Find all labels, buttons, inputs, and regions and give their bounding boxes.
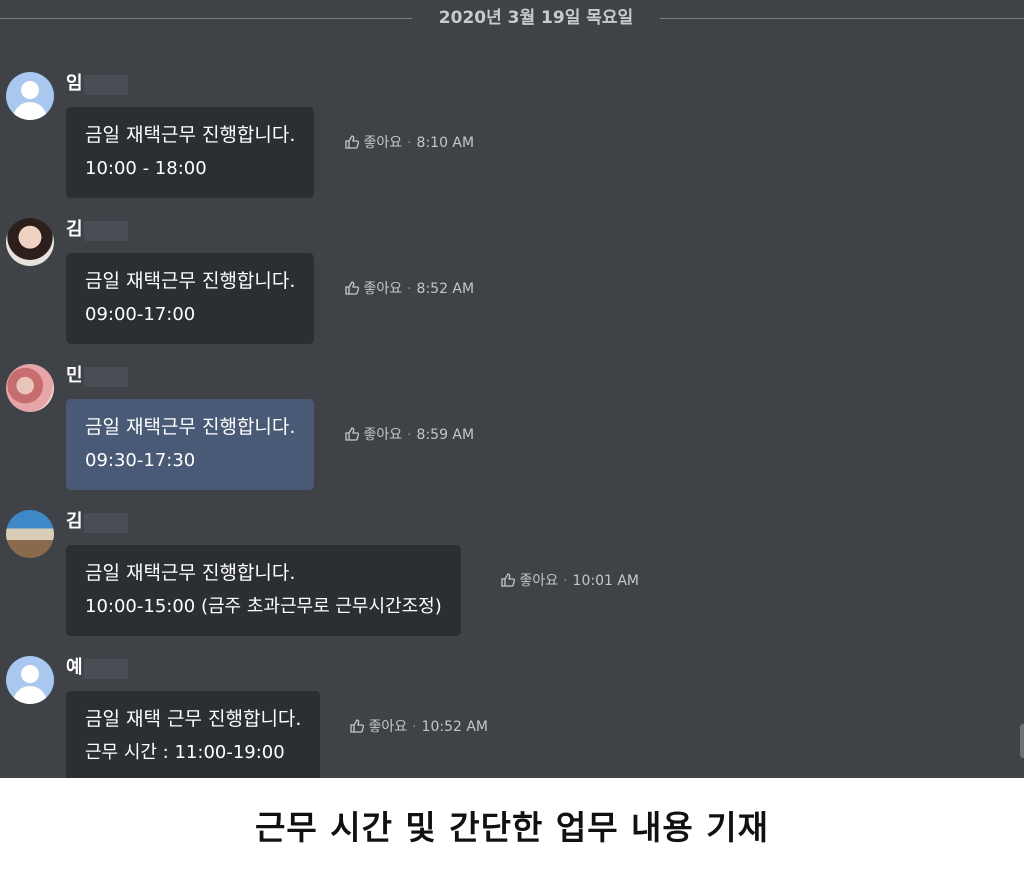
separator-dot: · [563,573,568,589]
caption: 근무 시간 및 간단한 업무 내용 기재 [0,778,1024,878]
message-text-line: 금일 재택근무 진행합니다. [85,416,296,438]
profile-photo[interactable] [6,364,54,412]
message-bubble[interactable]: 금일 재택근무 진행합니다. 10:00 - 18:00 [66,107,315,198]
name-redaction [84,659,128,679]
message-text-line: 근무 시간 : 11:00-19:00 [85,742,285,763]
name-redaction [84,513,128,533]
name-redaction [84,221,128,241]
sender-name[interactable]: 예 [66,656,83,680]
sender-name[interactable]: 김 [66,218,83,242]
message-text-line: 금일 재택근무 진행합니다. [85,124,296,146]
message-text-line: 09:30-17:30 [85,450,196,471]
message-text-line: 금일 재택 근무 진행합니다. [85,708,302,730]
thumbs-up-icon[interactable] [501,573,516,587]
divider-line-left [0,18,412,19]
message-meta: 좋아요 · 8:59 AM [345,425,474,445]
thumbs-up-icon[interactable] [350,719,365,733]
separator-dot: · [407,427,412,443]
separator-dot: · [412,719,417,735]
message-bubble[interactable]: 금일 재택근무 진행합니다. 09:00-17:00 [66,253,315,344]
message-text-line: 10:00 - 18:00 [85,158,207,179]
profile-photo[interactable] [6,218,54,266]
name-redaction [84,367,128,387]
thumbs-up-icon[interactable] [345,427,360,441]
default-user-icon[interactable] [6,656,54,704]
like-button[interactable]: 좋아요 [363,135,402,151]
message-meta: 좋아요 · 8:52 AM [345,279,474,299]
message-meta: 좋아요 · 10:52 AM [350,717,488,737]
message-meta: 좋아요 · 10:01 AM [501,571,639,591]
separator-dot: · [407,281,412,297]
message-bubble[interactable]: 금일 재택근무 진행합니다. 10:00-15:00 (금주 초과근무로 근무시… [66,545,461,636]
message-time: 10:01 AM [572,573,639,589]
message-bubble-highlighted[interactable]: 금일 재택근무 진행합니다. 09:30-17:30 [66,399,315,490]
name-redaction [84,75,128,95]
chat-panel: 2020년 3월 19일 목요일 임 금일 재택근무 진행합니다. 10:00 … [0,0,1024,778]
message-meta: 좋아요 · 8:10 AM [345,133,474,153]
date-divider: 2020년 3월 19일 목요일 [0,6,1024,30]
thumbs-up-icon[interactable] [345,135,360,149]
sender-name[interactable]: 민 [66,364,83,388]
default-user-icon[interactable] [6,72,54,120]
profile-photo[interactable] [6,510,54,558]
message-text-line: 09:00-17:00 [85,304,196,325]
message-text-line: 금일 재택근무 진행합니다. [85,562,296,584]
like-button[interactable]: 좋아요 [363,281,402,297]
message-bubble[interactable]: 금일 재택 근무 진행합니다. 근무 시간 : 11:00-19:00 [66,691,321,778]
message-time: 8:59 AM [416,427,475,443]
divider-line-right [660,18,1024,19]
message-time: 8:10 AM [416,135,475,151]
like-button[interactable]: 좋아요 [363,427,402,443]
sender-name[interactable]: 임 [66,72,83,96]
sender-name[interactable]: 김 [66,510,83,534]
thumbs-up-icon[interactable] [345,281,360,295]
message-text-line: 금일 재택근무 진행합니다. [85,270,296,292]
like-button[interactable]: 좋아요 [368,719,407,735]
separator-dot: · [407,135,412,151]
like-button[interactable]: 좋아요 [519,573,558,589]
message-time: 8:52 AM [416,281,475,297]
message-time: 10:52 AM [421,719,488,735]
message-text-line: 10:00-15:00 (금주 초과근무로 근무시간조정) [85,596,442,617]
date-label: 2020년 3월 19일 목요일 [438,8,634,28]
scrollbar-handle[interactable] [1020,724,1024,758]
